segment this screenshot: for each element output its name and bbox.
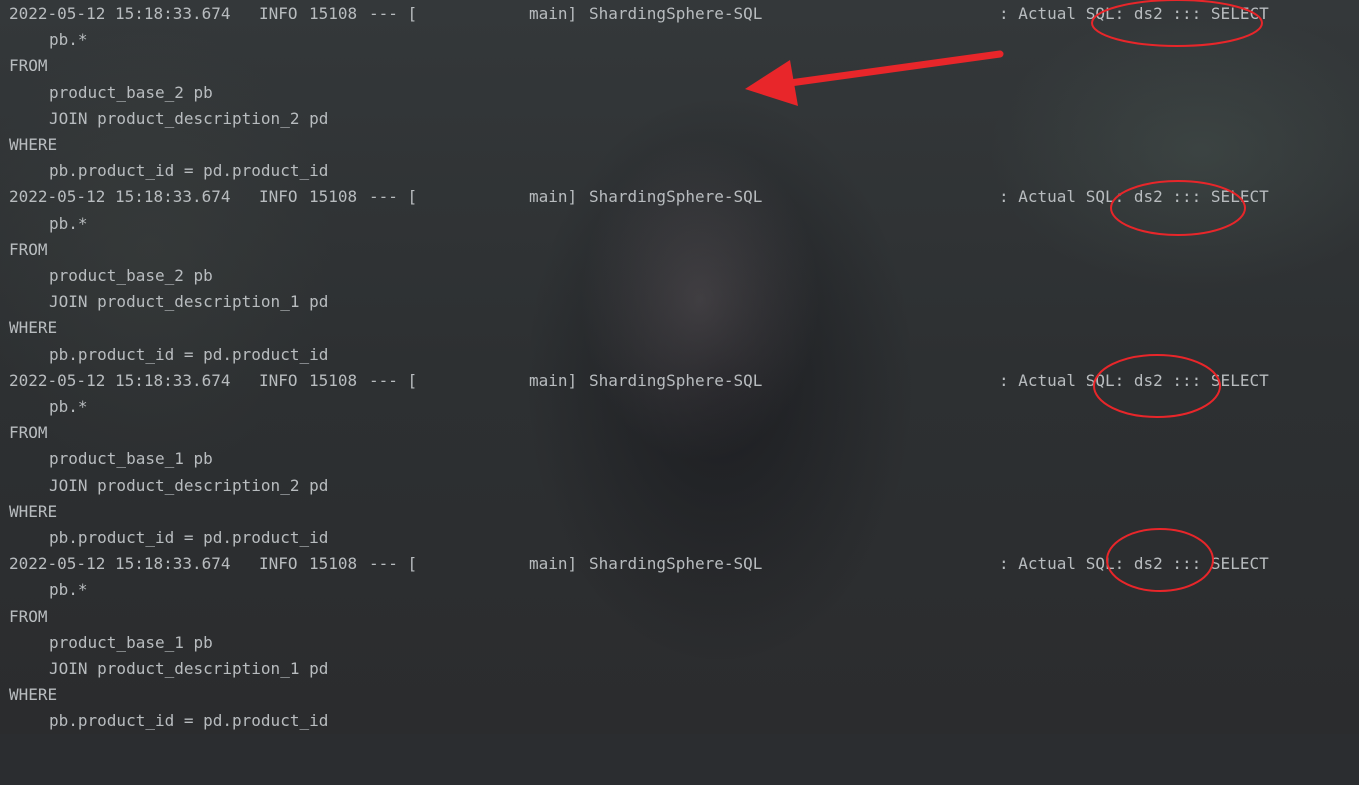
sql-from-keyword: FROM <box>9 423 48 443</box>
sql-table-line: product_base_2 pb <box>49 82 213 102</box>
log-thread: main] <box>529 4 578 23</box>
log-thread: main] <box>529 554 578 574</box>
sql-table-line: product_base_1 pb <box>49 449 213 469</box>
log-pid: 15108 <box>309 4 358 23</box>
log-separator: --- [ <box>369 370 418 390</box>
sql-select-line: pb.* <box>49 213 88 233</box>
log-separator: --- [ <box>369 187 418 207</box>
log-message: : Actual SQL: ds2 ::: SELECT <box>999 370 1269 390</box>
log-header-line: 2022-05-12 15:18:33.674 INFO 15108 --- [… <box>9 1 1269 27</box>
log-pid: 15108 <box>309 187 358 207</box>
log-level: INFO <box>259 554 298 574</box>
console-output[interactable]: 2022-05-12 15:18:33.674 INFO 15108 --- [… <box>0 0 1359 734</box>
log-message: : Actual SQL: ds2 ::: SELECT <box>999 4 1269 23</box>
sql-condition-line: pb.product_id = pd.product_id <box>49 528 329 547</box>
log-header-line: 2022-05-12 15:18:33.674 INFO 15108 --- [… <box>9 368 1269 394</box>
log-timestamp: 2022-05-12 15:18:33.674 <box>9 554 231 574</box>
log-level: INFO <box>259 370 298 390</box>
log-thread: main] <box>529 187 578 207</box>
sql-where-keyword: WHERE <box>9 501 58 521</box>
sql-condition-line: pb.product_id = pd.product_id <box>49 161 329 181</box>
sql-table-line: product_base_2 pb <box>49 266 213 285</box>
log-logger: ShardingSphere-SQL <box>589 554 763 574</box>
sql-select-line: pb.* <box>49 397 88 416</box>
sql-select-line: pb.* <box>49 30 88 50</box>
log-logger: ShardingSphere-SQL <box>589 370 763 390</box>
log-message: : Actual SQL: ds2 ::: SELECT <box>999 187 1269 207</box>
log-timestamp: 2022-05-12 15:18:33.674 <box>9 187 231 207</box>
sql-condition-line: pb.product_id = pd.product_id <box>49 344 329 364</box>
sql-where-keyword: WHERE <box>9 135 58 154</box>
sql-from-keyword: FROM <box>9 56 48 76</box>
log-separator: --- [ <box>369 4 418 23</box>
sql-from-keyword: FROM <box>9 239 48 259</box>
log-level: INFO <box>259 187 298 207</box>
log-message: : Actual SQL: ds2 ::: SELECT <box>999 554 1269 574</box>
log-pid: 15108 <box>309 370 358 390</box>
log-thread: main] <box>529 370 578 390</box>
sql-from-keyword: FROM <box>9 606 48 626</box>
sql-where-keyword: WHERE <box>9 685 58 705</box>
log-pid: 15108 <box>309 554 358 574</box>
log-timestamp: 2022-05-12 15:18:33.674 <box>9 370 231 390</box>
sql-select-line: pb.* <box>49 580 88 600</box>
log-separator: --- [ <box>369 554 418 574</box>
log-header-line: 2022-05-12 15:18:33.674 INFO 15108 --- [… <box>9 551 1269 577</box>
sql-table-line: product_base_1 pb <box>49 632 213 652</box>
log-timestamp: 2022-05-12 15:18:33.674 <box>9 4 231 23</box>
log-header-line: 2022-05-12 15:18:33.674 INFO 15108 --- [… <box>9 184 1269 210</box>
sql-join-line: JOIN product_description_1 pd <box>49 292 329 312</box>
log-logger: ShardingSphere-SQL <box>589 187 763 207</box>
log-logger: ShardingSphere-SQL <box>589 4 763 23</box>
log-level: INFO <box>259 4 298 23</box>
sql-condition-line: pb.product_id = pd.product_id <box>49 711 329 731</box>
sql-join-line: JOIN product_description_2 pd <box>49 475 329 495</box>
sql-join-line: JOIN product_description_2 pd <box>49 108 329 128</box>
sql-join-line: JOIN product_description_1 pd <box>49 659 329 678</box>
sql-where-keyword: WHERE <box>9 318 58 338</box>
